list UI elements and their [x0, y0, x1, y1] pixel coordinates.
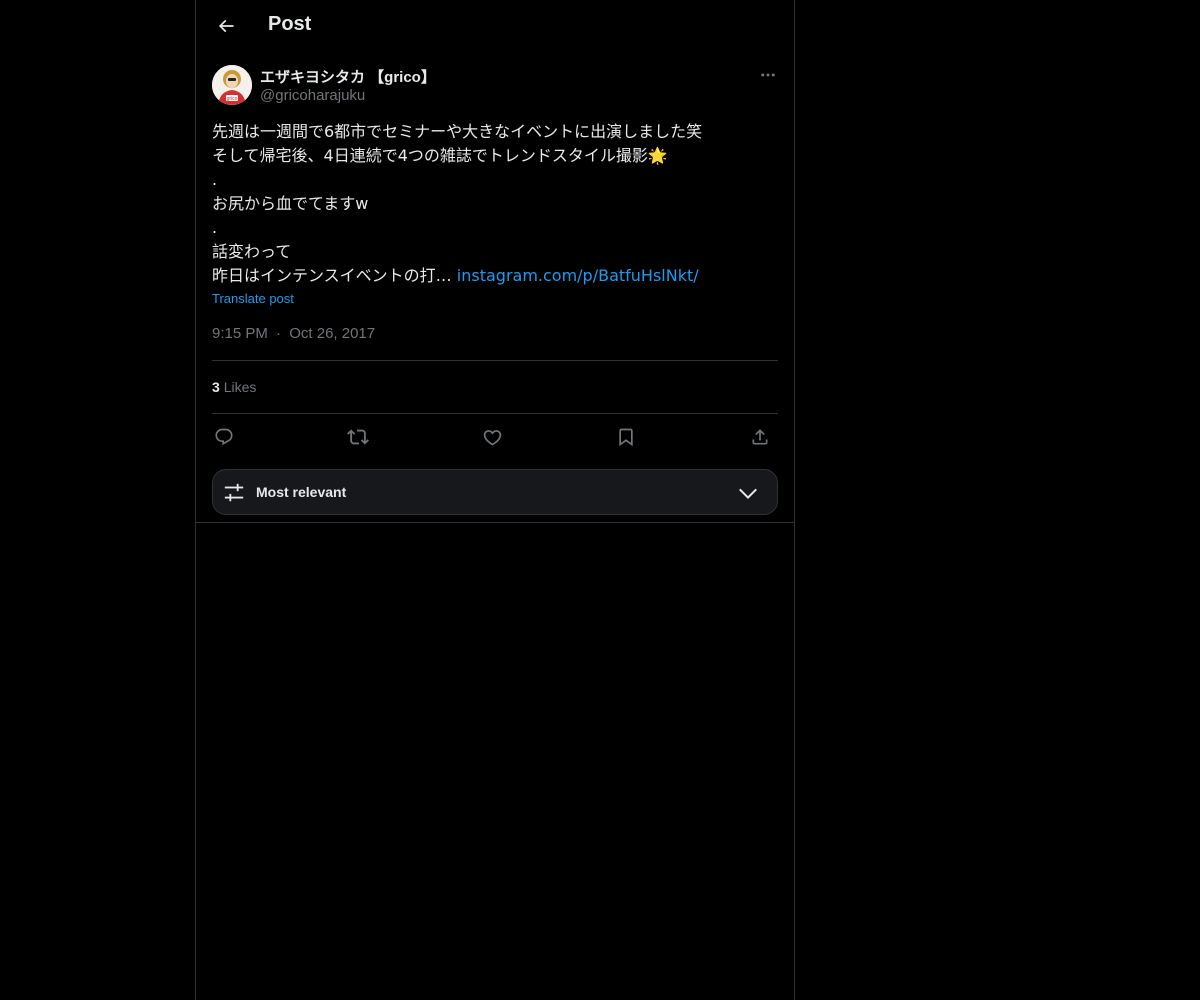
post-author: grico エザキヨシタカ 【grico】 @gricoharajuku — [212, 65, 778, 107]
sliders-icon — [224, 483, 244, 502]
post-date: Oct 26, 2017 — [289, 325, 376, 342]
post-actions — [212, 425, 778, 449]
reply-button[interactable] — [212, 425, 236, 449]
likes-label: Likes — [223, 379, 257, 395]
more-horizontal-icon — [761, 73, 775, 77]
translate-post-link[interactable]: Translate post — [212, 291, 294, 306]
post-text-line: そして帰宅後、4日連続で4つの雑誌でトレンドスタイル撮影🌟 — [212, 146, 668, 165]
post-text-line: お尻から血でてますw — [212, 194, 369, 213]
avatar-logo-text: grico — [227, 96, 238, 102]
back-button[interactable] — [208, 8, 244, 44]
page-title: Post — [268, 13, 312, 35]
post-text-line: 先週は一週間で6都市でセミナーや大きなイベントに出演しました笑 — [212, 122, 703, 141]
user-handle[interactable]: @gricoharajuku — [260, 87, 365, 104]
chevron-down-icon — [739, 488, 757, 500]
like-button[interactable] — [480, 425, 504, 449]
post-timestamp[interactable]: 9:15 PM · Oct 26, 2017 — [212, 325, 375, 342]
reply-icon — [215, 428, 233, 446]
instagram-link[interactable]: instagram.com/p/BatfuHslNkt/ — [457, 266, 699, 285]
display-name[interactable]: エザキヨシタカ 【grico】 — [260, 66, 436, 87]
bookmark-icon — [619, 428, 633, 447]
avatar[interactable]: grico — [212, 65, 252, 105]
heart-icon — [483, 429, 501, 446]
section-divider — [196, 522, 794, 523]
avatar-image: grico — [212, 65, 252, 105]
divider — [212, 360, 778, 361]
timestamp-separator: · — [276, 325, 282, 342]
post-text-line-last: 昨日はインテンスイベントの打… instagram.com/p/BatfuHsl… — [212, 264, 778, 288]
post-text: 先週は一週間で6都市でセミナーや大きなイベントに出演しました笑 そして帰宅後、4… — [212, 120, 778, 288]
main-column: Post grico エザキヨシタカ 【grico】 @gricoharajuk… — [195, 0, 795, 1000]
divider — [212, 413, 778, 414]
share-icon — [752, 429, 768, 445]
arrow-left-icon — [218, 19, 234, 33]
post-text-line: . — [212, 170, 218, 189]
bookmark-button[interactable] — [614, 425, 638, 449]
post-text-line: 話変わって — [212, 242, 292, 261]
post-text-line: . — [212, 218, 218, 237]
sort-label: Most relevant — [256, 484, 347, 500]
more-button[interactable] — [758, 65, 778, 85]
post-text-truncated: 昨日はインテンスイベントの打… — [212, 266, 457, 285]
repost-icon — [347, 429, 369, 445]
likes-stat[interactable]: 3 Likes — [212, 379, 256, 395]
share-button[interactable] — [748, 425, 772, 449]
sort-replies-dropdown[interactable]: Most relevant — [212, 469, 778, 515]
top-bar: Post — [196, 0, 794, 53]
likes-count: 3 — [212, 379, 220, 395]
post-time: 9:15 PM — [212, 325, 268, 342]
repost-button[interactable] — [346, 425, 370, 449]
